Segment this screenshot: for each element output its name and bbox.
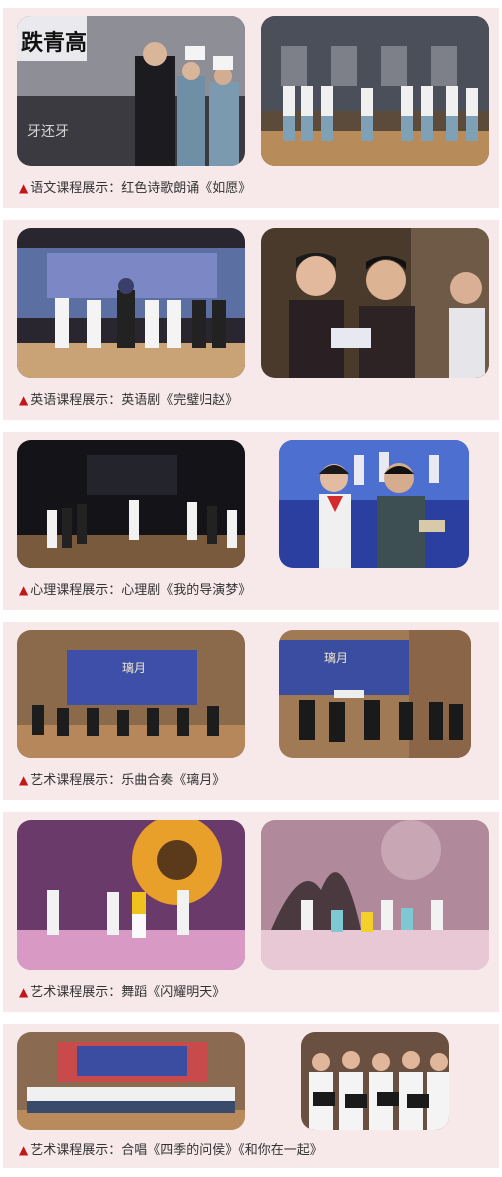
screen-title: 璃月 — [122, 661, 146, 675]
caption-english: ▲ 英语课程展示：英语剧《完璧归赵》 — [19, 392, 238, 409]
red-triangle-icon: ▲ — [19, 773, 29, 787]
orchestra-wide-image: 璃月 — [17, 630, 245, 758]
dance-silhouette-image — [261, 820, 489, 970]
caption-text: ▲ 艺术课程展示：合唱《四季的问侯》《和你在一起》 — [19, 1143, 323, 1158]
photo-dance-sunflower[interactable] — [17, 820, 245, 970]
caption-choir: ▲ 艺术课程展示：合唱《四季的问侯》《和你在一起》 — [19, 1142, 323, 1159]
red-triangle-icon: ▲ — [19, 1143, 29, 1157]
choir-closeup-image — [301, 1032, 449, 1130]
choir-wide-image — [17, 1032, 245, 1130]
caption-text: ▲ 艺术课程展示：舞蹈《闪耀明天》 — [19, 985, 225, 1000]
caption-dance: ▲ 艺术课程展示：舞蹈《闪耀明天》 — [19, 984, 225, 1001]
photo-psych-drama[interactable] — [17, 440, 245, 568]
photo-students-lineup[interactable] — [261, 16, 489, 166]
students-lineup-image — [261, 16, 489, 166]
photo-orchestra-wide[interactable]: 璃月 — [17, 630, 245, 758]
photo-orchestra-closeup[interactable]: 璃月 — [279, 630, 471, 758]
english-drama-image — [17, 228, 245, 378]
red-triangle-icon: ▲ — [19, 583, 29, 597]
dance-sunflower-image — [17, 820, 245, 970]
section-card-choir: ▲ 艺术课程展示：合唱《四季的问侯》《和你在一起》 — [3, 1024, 499, 1168]
caption-label: 艺术课程展示：合唱《四季的问侯》《和你在一起》 — [30, 1143, 323, 1158]
section-card-dance: ▲ 艺术课程展示：舞蹈《闪耀明天》 — [3, 812, 499, 1012]
photo-english-closeup[interactable] — [261, 228, 489, 378]
photo-psych-closeup[interactable] — [279, 440, 469, 568]
caption-text: ▲ 语文课程展示：红色诗歌朗诵《如愿》 — [19, 181, 251, 196]
photo-poetry-recital[interactable]: 跌青高 牙还牙 — [17, 16, 245, 166]
photo-english-drama[interactable] — [17, 228, 245, 378]
caption-label: 语文课程展示：红色诗歌朗诵《如愿》 — [30, 181, 252, 196]
screen-text: 牙还牙 — [27, 124, 69, 140]
sign-text: 跌青高 — [21, 30, 87, 56]
psych-closeup-image — [279, 440, 469, 568]
section-card-english: ▲ 英语课程展示：英语剧《完璧归赵》 — [3, 220, 499, 420]
photo-choir-closeup[interactable] — [301, 1032, 449, 1130]
english-closeup-image — [261, 228, 489, 378]
section-card-chinese: 跌青高 牙还牙 ▲ 语文课程展示：红色诗歌朗诵《如愿》 — [3, 8, 499, 208]
orchestra-closeup-image: 璃月 — [279, 630, 471, 758]
section-card-music: 璃月 璃月 ▲ 艺术课程展示：乐曲合奏《璃月》 — [3, 622, 499, 800]
red-triangle-icon: ▲ — [19, 985, 29, 999]
psych-drama-image — [17, 440, 245, 568]
caption-text: ▲ 艺术课程展示：乐曲合奏《璃月》 — [19, 773, 225, 788]
caption-label: 艺术课程展示：舞蹈《闪耀明天》 — [30, 985, 226, 1000]
red-triangle-icon: ▲ — [19, 181, 29, 195]
section-card-psychology: ▲ 心理课程展示：心理剧《我的导演梦》 — [3, 432, 499, 610]
caption-label: 英语课程展示：英语剧《完璧归赵》 — [30, 393, 239, 408]
caption-text: ▲ 心理课程展示：心理剧《我的导演梦》 — [19, 583, 251, 598]
caption-chinese: ▲ 语文课程展示：红色诗歌朗诵《如愿》 — [19, 180, 251, 197]
caption-label: 心理课程展示：心理剧《我的导演梦》 — [30, 583, 252, 598]
caption-psychology: ▲ 心理课程展示：心理剧《我的导演梦》 — [19, 582, 251, 599]
photo-choir-wide[interactable] — [17, 1032, 245, 1130]
red-triangle-icon: ▲ — [19, 393, 29, 407]
caption-text: ▲ 英语课程展示：英语剧《完璧归赵》 — [19, 393, 238, 408]
caption-music: ▲ 艺术课程展示：乐曲合奏《璃月》 — [19, 772, 225, 789]
poetry-recital-image: 跌青高 牙还牙 — [17, 16, 245, 166]
photo-dance-silhouette[interactable] — [261, 820, 489, 970]
caption-label: 艺术课程展示：乐曲合奏《璃月》 — [30, 773, 226, 788]
screen-title: 璃月 — [324, 651, 348, 665]
